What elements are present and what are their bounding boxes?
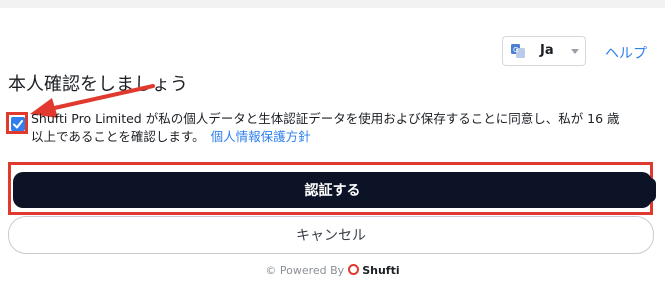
shufti-logo-icon [348, 264, 360, 275]
chevron-down-icon[interactable] [571, 49, 579, 54]
consent-text: Shufti Pro Limited が私の個人データと生体認証データを使用およ… [31, 110, 631, 146]
powered-by-label: © Powered By [265, 264, 345, 277]
page: G Ja ヘルプ 本人確認をしましょう Shufti Pro Limited が… [0, 0, 665, 288]
brand-name: Shufti [362, 264, 400, 277]
consent-checkbox[interactable] [11, 117, 25, 131]
verify-button[interactable]: 認証する [13, 172, 652, 208]
language-value: Ja [540, 43, 554, 58]
powered-by-footer: © Powered By Shufti [0, 264, 665, 277]
checkmark-icon [13, 120, 23, 129]
translate-icon: G [511, 44, 525, 58]
svg-text:G: G [513, 46, 518, 54]
language-select[interactable]: G Ja [502, 36, 586, 66]
privacy-policy-link[interactable]: 個人情報保護方針 [211, 129, 311, 144]
help-link[interactable]: ヘルプ [605, 43, 647, 63]
cancel-button[interactable]: キャンセル [8, 216, 654, 254]
consent-statement: Shufti Pro Limited が私の個人データと生体認証データを使用およ… [31, 111, 620, 144]
